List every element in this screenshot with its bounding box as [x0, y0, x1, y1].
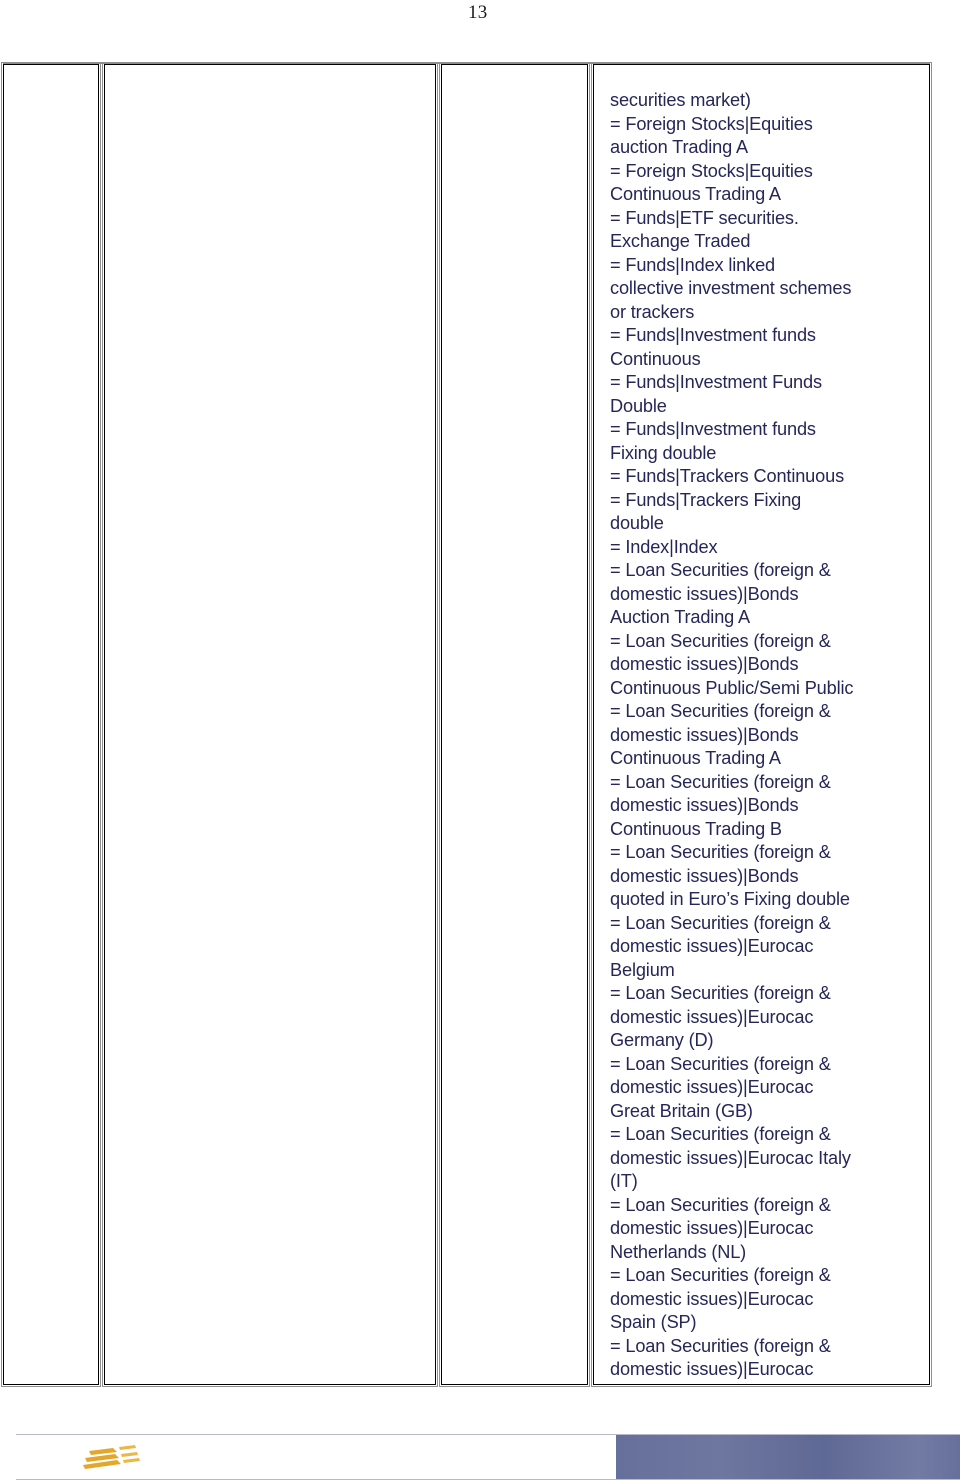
table-cell-column-2: [102, 62, 438, 1387]
text-line: Auction Trading A: [610, 607, 751, 627]
text-line: = Funds|Investment funds: [610, 419, 816, 439]
text-line: Exchange Traded: [610, 231, 751, 251]
text-line: = Funds|Investment Funds: [610, 372, 822, 392]
text-line: Netherlands (NL): [610, 1241, 747, 1262]
text-line: = Foreign Stocks|Equities: [610, 160, 813, 181]
table-cell-column-1: [1, 62, 101, 1387]
text-line: = Loan Securities (foreign &: [610, 1053, 831, 1074]
gold-stripes-logo-icon: [83, 1445, 140, 1469]
text-line: domestic issues)|Eurocac: [610, 1006, 814, 1027]
text-line: domestic issues)|Bonds: [610, 724, 799, 745]
footer-banner: [16, 1434, 960, 1480]
text-line: = Funds|Investment funds: [610, 325, 816, 345]
text-line: Spain (SP): [610, 1312, 697, 1332]
text-line: = Funds|Index linked: [610, 254, 776, 275]
text-line: or trackers: [610, 301, 695, 322]
text-line: = Loan Securities (foreign &: [610, 1265, 831, 1285]
text-line: domestic issues)|Bonds: [610, 654, 799, 674]
text-line: domestic issues)|Eurocac: [610, 1218, 814, 1238]
text-line: collective investment schemes: [610, 278, 852, 298]
text-line: Belgium: [610, 959, 675, 980]
text-line: auction Trading A: [610, 137, 748, 157]
text-line: Great Britain (GB): [610, 1100, 753, 1121]
text-line: domestic issues)|Bonds: [610, 795, 799, 815]
text-line: = Loan Securities (foreign &: [610, 630, 831, 651]
text-line: Continuous Trading A: [610, 748, 781, 768]
text-line: = Funds|Trackers Continuous: [610, 466, 845, 486]
footer-accent-block: [616, 1435, 960, 1479]
text-line: = Foreign Stocks|Equities: [610, 113, 813, 134]
text-line: = Loan Securities (foreign &: [610, 983, 831, 1003]
text-line: Double: [610, 395, 667, 416]
text-line: securities market): [610, 90, 751, 110]
text-line: domestic issues)|Bonds: [610, 583, 799, 604]
text-line: = Loan Securities (foreign &: [610, 842, 831, 862]
text-line: Germany (D): [610, 1030, 714, 1050]
text-line: Continuous: [610, 348, 701, 369]
text-line: = Funds|ETF securities.: [610, 207, 799, 228]
text-line: = Loan Securities (foreign &: [610, 1194, 831, 1215]
text-line: Continuous Trading A: [610, 184, 781, 204]
text-line: = Loan Securities (foreign &: [610, 912, 831, 933]
text-line: = Loan Securities (foreign &: [610, 1335, 831, 1356]
table-cell-column-3: [439, 62, 590, 1387]
text-line: domestic issues)|Eurocac: [610, 1359, 814, 1379]
text-line: = Loan Securities (foreign &: [610, 771, 831, 792]
text-line: domestic issues)|Eurocac: [610, 936, 814, 956]
text-line: domestic issues)|Bonds: [610, 865, 799, 886]
text-line: (IT): [610, 1171, 638, 1191]
product-list-text: securities market) = Foreign Stocks|Equit…: [594, 65, 929, 1388]
content-table: securities market) = Foreign Stocks|Equit…: [1, 62, 932, 1388]
text-line: Continuous Trading B: [610, 818, 782, 839]
text-line: domestic issues)|Eurocac Italy: [610, 1147, 851, 1168]
text-line: double: [610, 513, 664, 533]
text-line: = Index|Index: [610, 536, 718, 557]
text-line: quoted in Euro’s Fixing double: [610, 889, 850, 909]
table-cell-column-4: securities market) = Foreign Stocks|Equit…: [591, 62, 932, 1388]
text-line: Fixing double: [610, 442, 717, 463]
text-line: domestic issues)|Eurocac: [610, 1288, 814, 1309]
page-number: 13: [468, 2, 488, 23]
text-line: = Loan Securities (foreign &: [610, 560, 831, 580]
text-line: = Funds|Trackers Fixing: [610, 489, 802, 510]
text-line: = Loan Securities (foreign &: [610, 1124, 831, 1144]
text-line: Continuous Public/Semi Public: [610, 677, 854, 698]
text-line: domestic issues)|Eurocac: [610, 1077, 814, 1097]
text-line: = Loan Securities (foreign &: [610, 701, 831, 721]
